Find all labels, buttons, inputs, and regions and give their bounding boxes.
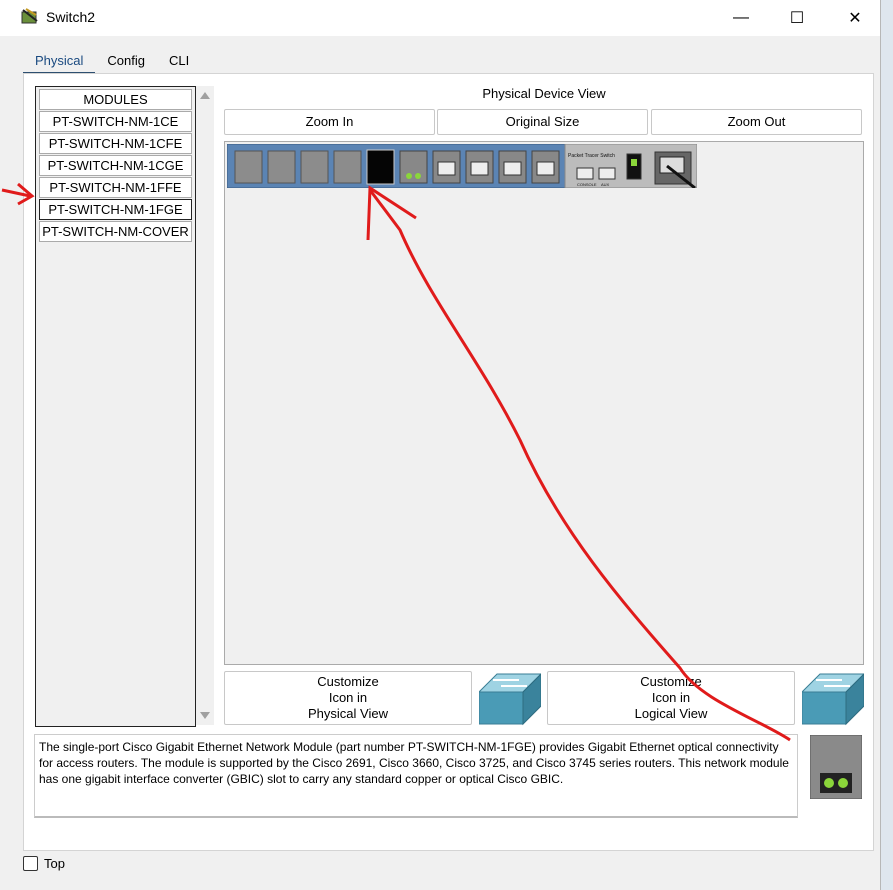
modules-list: MODULES PT-SWITCH-NM-1CE PT-SWITCH-NM-1C… (35, 86, 196, 727)
background-desktop-strip (879, 0, 893, 890)
zoom-out-button[interactable]: Zoom Out (651, 109, 862, 135)
top-checkbox[interactable] (23, 856, 38, 871)
title-bar[interactable]: Switch2 — ☐ ✕ (0, 0, 880, 36)
modules-header: MODULES (39, 89, 192, 110)
customize-physical-line2: Icon in (328, 690, 368, 705)
minimize-button[interactable]: — (712, 0, 770, 36)
physical-switch-icon (479, 673, 541, 726)
switch-app-icon (21, 8, 38, 24)
device-window: Switch2 — ☐ ✕ Physical Config CLI MODULE… (0, 0, 881, 890)
scroll-down-icon[interactable] (200, 712, 210, 719)
empty-slot (300, 150, 329, 184)
tab-physical[interactable]: Physical (23, 49, 96, 75)
top-option[interactable]: Top (23, 856, 65, 871)
original-size-button[interactable]: Original Size (437, 109, 648, 135)
customize-logical-line1: Customize (640, 674, 702, 689)
customize-physical-line1: Customize (317, 674, 379, 689)
close-icon: ✕ (848, 10, 862, 27)
module-description: The single-port Cisco Gigabit Ethernet N… (34, 734, 798, 818)
module-item[interactable]: PT-SWITCH-NM-1FFE (39, 177, 192, 198)
console-label: CONSOLE (577, 182, 597, 187)
modules-scrollbar[interactable] (196, 86, 214, 725)
aux-label: AUX (601, 182, 610, 187)
tab-cli[interactable]: CLI (157, 49, 201, 73)
switch-chassis[interactable]: Packet Tracer Switch CONSOLE AUX (227, 144, 697, 188)
selected-empty-slot (366, 149, 395, 185)
customize-logical-line3: Logical View (634, 706, 708, 721)
maximize-button[interactable]: ☐ (768, 0, 826, 36)
console-port (576, 167, 594, 180)
device-canvas[interactable]: Packet Tracer Switch CONSOLE AUX (224, 141, 864, 665)
aux-port (598, 167, 616, 180)
module-item[interactable]: PT-SWITCH-NM-1CFE (39, 133, 192, 154)
logical-switch-icon (802, 673, 864, 726)
module-item-selected[interactable]: PT-SWITCH-NM-1FGE (39, 199, 192, 220)
empty-slot (333, 150, 362, 184)
scroll-up-icon[interactable] (200, 92, 210, 99)
gbic-module (399, 150, 428, 184)
customize-logical-icon-button[interactable]: Customize Icon in Logical View (547, 671, 795, 725)
empty-slot (267, 150, 296, 184)
customize-physical-icon-button[interactable]: Customize Icon in Physical View (224, 671, 472, 725)
window-title: Switch2 (46, 9, 96, 25)
maximize-icon: ☐ (789, 10, 805, 27)
device-brand-label: Packet Tracer Switch (568, 153, 615, 159)
customize-physical-line3: Physical View (308, 706, 388, 721)
minimize-icon: — (733, 9, 749, 26)
empty-slot (234, 150, 263, 184)
module-item[interactable]: PT-SWITCH-NM-1CGE (39, 155, 192, 176)
physical-panel: MODULES PT-SWITCH-NM-1CE PT-SWITCH-NM-1C… (23, 73, 874, 851)
zoom-in-button[interactable]: Zoom In (224, 109, 435, 135)
module-item[interactable]: PT-SWITCH-NM-1CE (39, 111, 192, 132)
physical-device-view-title: Physical Device View (482, 86, 606, 101)
module-preview-image (810, 735, 862, 799)
module-item[interactable]: PT-SWITCH-NM-COVER (39, 221, 192, 242)
close-button[interactable]: ✕ (826, 0, 884, 36)
tab-bar: Physical Config CLI (23, 49, 201, 75)
customize-logical-line2: Icon in (651, 690, 691, 705)
tab-config[interactable]: Config (95, 49, 157, 73)
top-label: Top (44, 856, 65, 871)
power-switch (626, 153, 642, 180)
